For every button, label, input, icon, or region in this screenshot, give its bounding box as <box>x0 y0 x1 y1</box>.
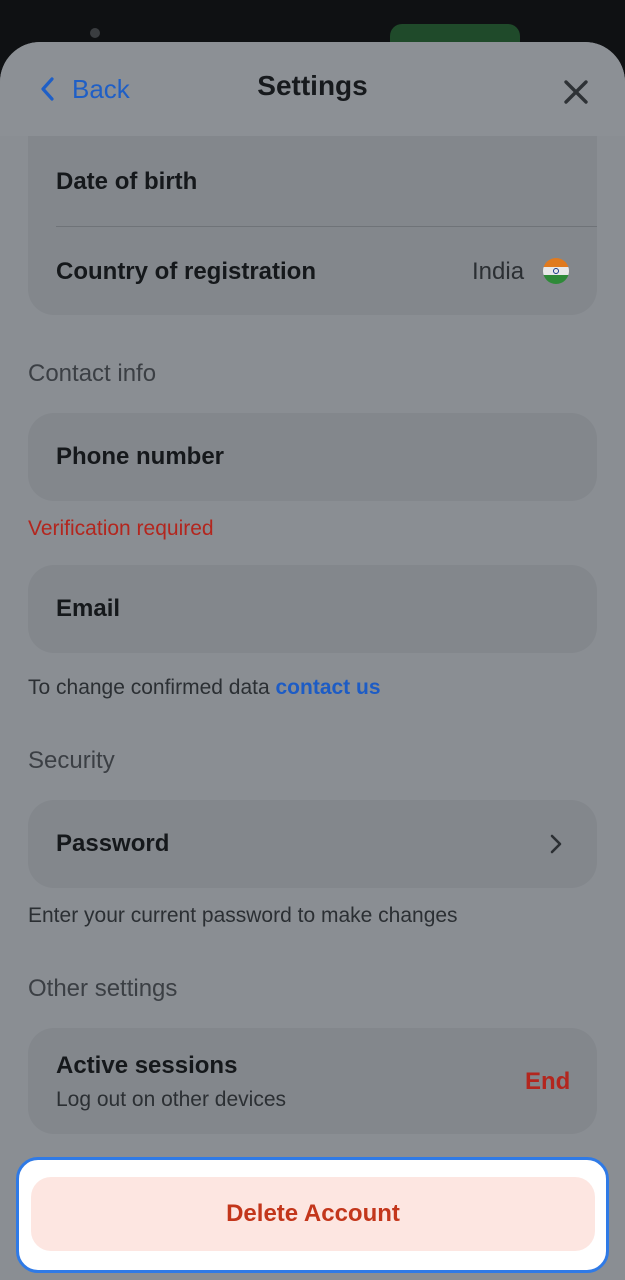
phone-number-label: Phone number <box>56 443 225 470</box>
active-sessions-subtitle: Log out on other devices <box>56 1088 286 1111</box>
other-settings-heading: Other settings <box>28 975 178 1002</box>
confirmed-data-note: To change confirmed data contact us <box>28 676 381 700</box>
divider <box>56 226 597 227</box>
background-dot <box>90 28 100 38</box>
security-heading: Security <box>28 747 115 774</box>
india-flag-icon <box>543 258 569 284</box>
contact-us-link[interactable]: contact us <box>276 676 381 699</box>
page-title: Settings <box>257 70 368 101</box>
password-row[interactable]: Password <box>28 800 597 888</box>
active-sessions-label: Active sessions <box>56 1052 238 1079</box>
sheet-header: Back Settings <box>0 42 625 136</box>
verification-required-text: Verification required <box>28 517 214 540</box>
confirmed-data-text: To change confirmed data <box>28 676 270 699</box>
email-label: Email <box>56 595 121 622</box>
chevron-right-icon <box>550 834 562 854</box>
country-of-registration-label: Country of registration <box>56 258 317 285</box>
close-icon[interactable] <box>560 76 592 108</box>
phone-number-row[interactable]: Phone number <box>28 413 597 501</box>
active-sessions-row: Active sessions Log out on other devices… <box>28 1028 597 1134</box>
password-note: Enter your current password to make chan… <box>28 904 458 927</box>
email-row[interactable]: Email <box>28 565 597 653</box>
delete-account-button[interactable]: Delete Account <box>31 1177 595 1251</box>
delete-account-highlight: Delete Account <box>16 1157 609 1273</box>
country-value: India <box>472 258 525 285</box>
password-label: Password <box>56 830 170 857</box>
settings-sheet: Back Settings Date of birth Country of r… <box>0 42 625 1280</box>
date-of-birth-row[interactable]: Date of birth <box>56 168 197 196</box>
personal-info-card: Date of birth Country of registration In… <box>28 136 597 315</box>
contact-info-heading: Contact info <box>28 360 157 387</box>
end-sessions-button[interactable]: End <box>525 1068 570 1096</box>
